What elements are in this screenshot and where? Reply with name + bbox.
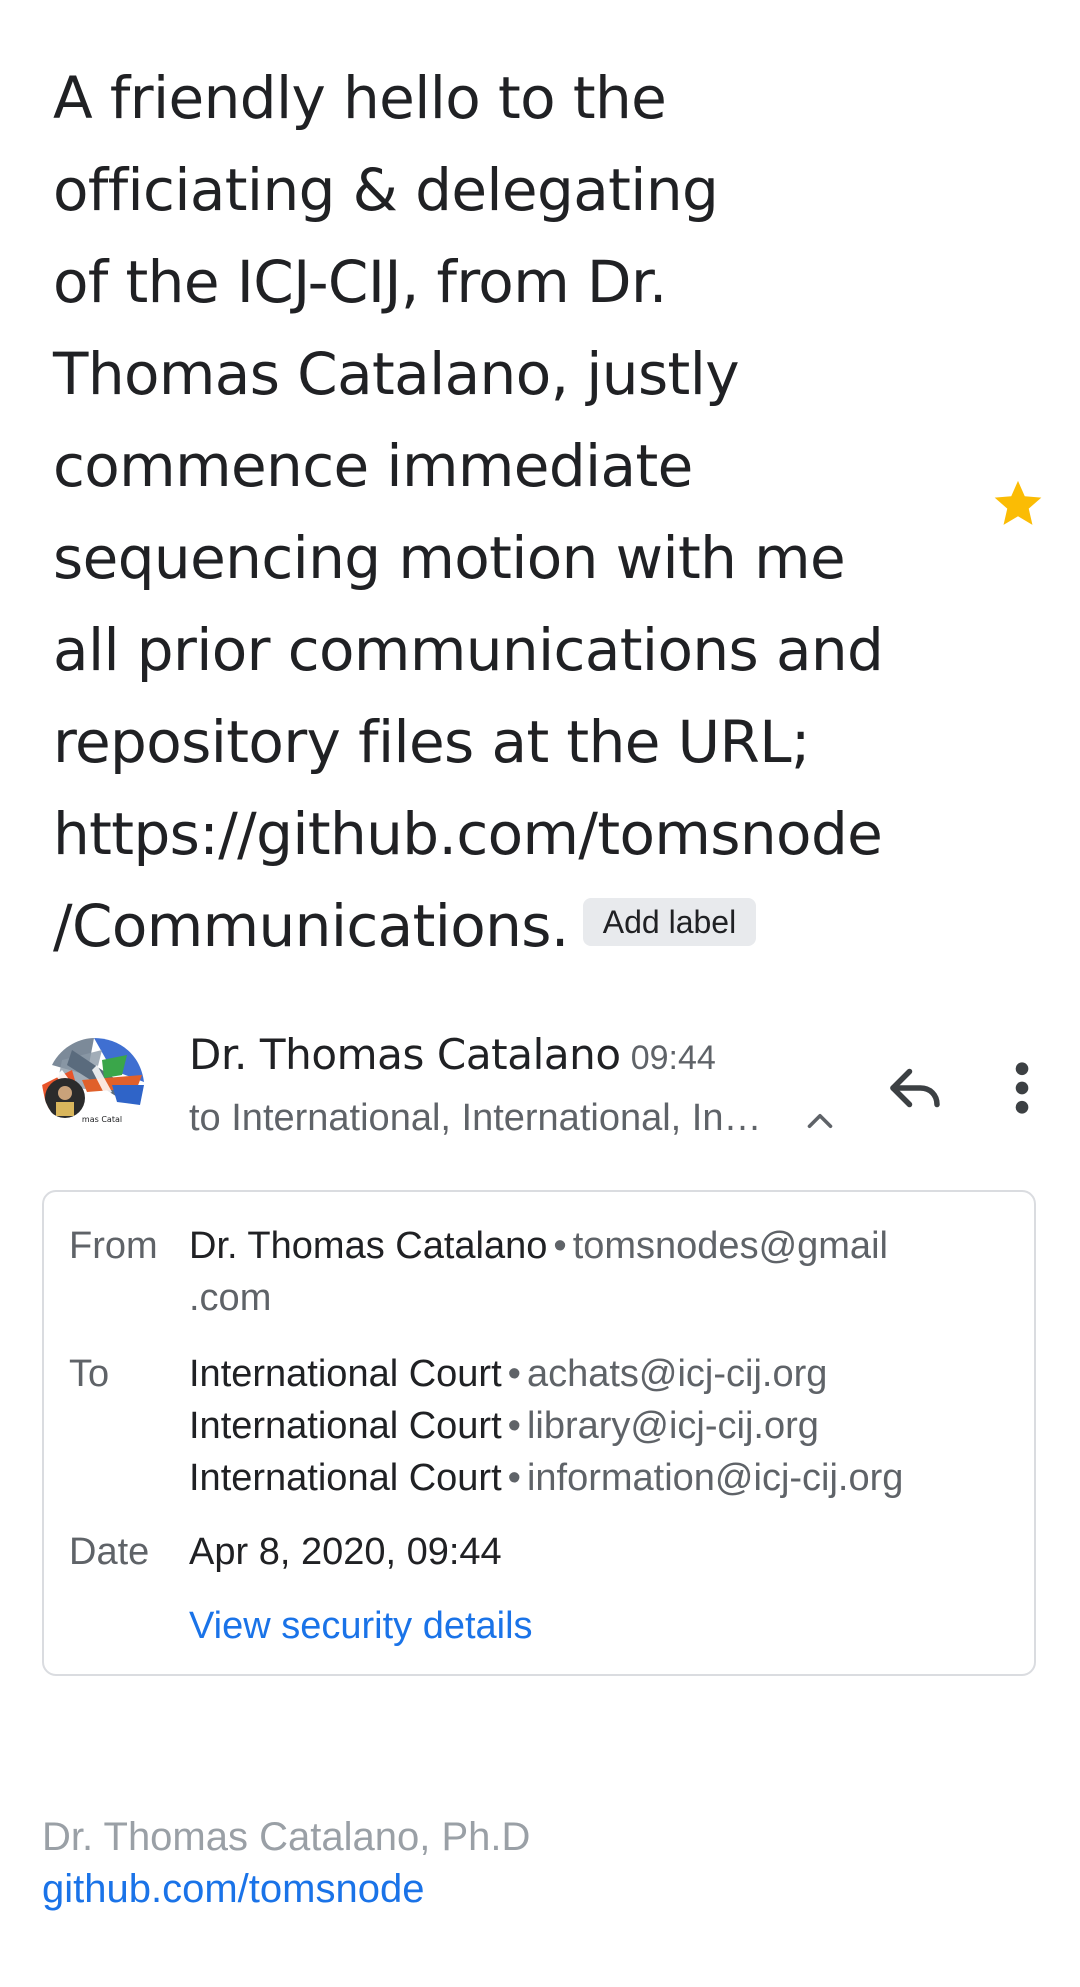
to-label: To [69, 1353, 110, 1395]
star-icon[interactable] [990, 475, 1046, 531]
to-recipient: International Court • information@icj-cij.… [189, 1452, 903, 1504]
subject-line: officiating & delegating [53, 156, 719, 224]
date-label: Date [69, 1531, 150, 1573]
chevron-up-icon[interactable] [802, 1103, 838, 1139]
add-label-chip[interactable]: Add label [582, 897, 757, 946]
subject-line: all prior communications and [53, 616, 884, 684]
message-time: 09:44 [630, 1039, 716, 1077]
avatar-icon: mas Catal [42, 1030, 147, 1135]
subject-text: A friendly hello to the officiating & de… [53, 52, 933, 972]
sender-header: Dr. Thomas Catalano 09:44 [189, 1027, 716, 1086]
to-recipient: International Court • achats@icj-cij.org [189, 1348, 827, 1400]
to-email[interactable]: achats@icj-cij.org [527, 1353, 827, 1395]
from-name: Dr. Thomas Catalano [189, 1225, 548, 1267]
sender-name: Dr. Thomas Catalano [189, 1030, 621, 1079]
email-subject: A friendly hello to the officiating & de… [53, 52, 933, 972]
subject-line: sequencing motion with me [53, 524, 846, 592]
to-name: International Court [189, 1353, 502, 1395]
date-value: Apr 8, 2020, 09:44 [189, 1531, 502, 1573]
recipients-summary[interactable]: to International, International, In… [189, 1093, 761, 1143]
separator-dot: • [507, 1405, 521, 1447]
sender-avatar[interactable]: mas Catal [42, 1030, 147, 1135]
more-vert-icon[interactable] [1000, 1055, 1044, 1121]
from-email-continued[interactable]: .com [189, 1272, 271, 1324]
from-label: From [69, 1225, 158, 1267]
to-email[interactable]: library@icj-cij.org [527, 1405, 819, 1447]
svg-text:mas Catal: mas Catal [82, 1115, 122, 1124]
to-recipient: International Court • library@icj-cij.org [189, 1400, 819, 1452]
subject-line: of the ICJ-CIJ, from Dr. [53, 248, 667, 316]
to-name: International Court [189, 1405, 502, 1447]
from-email[interactable]: tomsnodes@gmail [573, 1225, 888, 1267]
reply-icon[interactable] [882, 1055, 948, 1121]
from-value: Dr. Thomas Catalano • tomsnodes@gmail [189, 1220, 888, 1272]
signature-name: Dr. Thomas Catalano, Ph.D [42, 1815, 531, 1859]
message-details-card: From Dr. Thomas Catalano • tomsnodes@gmail… [42, 1190, 1036, 1676]
subject-line-last: /Communications. Add label [53, 880, 933, 972]
subject-line: https://github.com/tomsnode [53, 800, 883, 868]
view-security-details-link[interactable]: View security details [189, 1600, 533, 1652]
separator-dot: • [507, 1457, 521, 1499]
to-email[interactable]: information@icj-cij.org [527, 1457, 903, 1499]
subject-line: A friendly hello to the [53, 64, 667, 132]
subject-line: Thomas Catalano, justly [53, 340, 740, 408]
separator-dot: • [507, 1353, 521, 1395]
to-name: International Court [189, 1457, 502, 1499]
separator-dot: • [553, 1225, 567, 1267]
signature-link[interactable]: github.com/tomsnode [42, 1862, 424, 1916]
subject-line: repository files at the URL; [53, 708, 810, 776]
subject-line: commence immediate [53, 432, 693, 500]
subject-line-text: /Communications. [53, 892, 569, 960]
